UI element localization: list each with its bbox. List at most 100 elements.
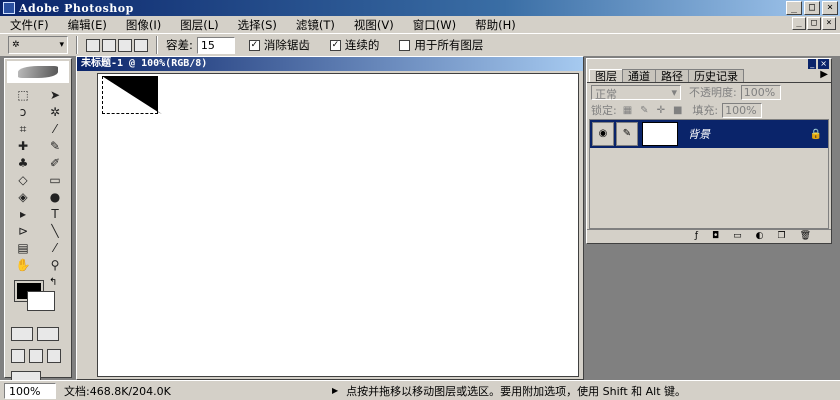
- palette-menu-icon[interactable]: ▶: [820, 69, 831, 82]
- menu-image[interactable]: 图像(I): [126, 17, 161, 33]
- zoom-tool-icon[interactable]: ⚲: [40, 257, 70, 273]
- blur-tool-icon[interactable]: ◈: [8, 189, 38, 205]
- layer-row[interactable]: ◉ ✎ 背景 🔒: [590, 120, 828, 148]
- selection-modes: [86, 38, 148, 52]
- gradient-tool-icon[interactable]: ▭: [40, 172, 70, 188]
- menu-select[interactable]: 选择(S): [238, 17, 277, 33]
- menu-bar: 文件(F) 编辑(E) 图像(I) 图层(L) 选择(S) 滤镜(T) 视图(V…: [0, 16, 840, 33]
- tolerance-input[interactable]: [196, 36, 235, 54]
- hand-tool-icon[interactable]: ✋: [8, 257, 38, 273]
- menu-window[interactable]: 窗口(W): [413, 17, 456, 33]
- doc-minimize-button[interactable]: _: [792, 17, 806, 30]
- palette-footer: ƒ ◘ ▭ ◐ ❐ 🗑: [587, 229, 831, 243]
- trash-icon[interactable]: 🗑: [800, 230, 811, 243]
- menu-filter[interactable]: 滤镜(T): [296, 17, 335, 33]
- minimize-button[interactable]: _: [786, 1, 802, 15]
- move-tool-icon[interactable]: ➤: [40, 87, 70, 103]
- antialias-checkbox[interactable]: ✓: [248, 39, 260, 51]
- screen-mode-full-icon[interactable]: [47, 349, 61, 363]
- menu-file[interactable]: 文件(F): [10, 17, 49, 33]
- lasso-tool-icon[interactable]: ↄ: [8, 104, 38, 120]
- tool-preset-picker[interactable]: ✲ ▾: [8, 36, 68, 54]
- dodge-tool-icon[interactable]: ●: [40, 189, 70, 205]
- tab-layers[interactable]: 图层: [589, 69, 623, 83]
- mask-modes: [5, 323, 71, 345]
- all-layers-option[interactable]: 用于所有图层: [399, 37, 483, 53]
- add-selection-icon[interactable]: [102, 38, 116, 52]
- healing-tool-icon[interactable]: ✚: [8, 138, 38, 154]
- lock-image-icon[interactable]: ✎: [640, 105, 648, 116]
- opacity-input[interactable]: 100%: [740, 84, 781, 100]
- lock-position-icon[interactable]: ✛: [657, 105, 665, 116]
- line-tool-icon[interactable]: ╲: [40, 223, 70, 239]
- contiguous-checkbox[interactable]: ✓: [329, 39, 341, 51]
- palette-minimize-button[interactable]: _: [808, 59, 817, 69]
- palette-close-button[interactable]: ×: [818, 59, 829, 69]
- eyedropper-tool-icon[interactable]: ⁄: [40, 240, 70, 256]
- stamp-tool-icon[interactable]: ♣: [8, 155, 38, 171]
- close-button[interactable]: ×: [822, 1, 838, 15]
- screen-mode-full-menu-icon[interactable]: [29, 349, 43, 363]
- palette-tabs: 图层 通道 路径 历史记录 ▶: [587, 69, 831, 83]
- layer-set-icon[interactable]: ▭: [733, 230, 742, 243]
- contiguous-option[interactable]: ✓ 连续的: [329, 37, 380, 53]
- lock-transparency-icon[interactable]: ▦: [623, 105, 632, 116]
- maximize-button[interactable]: □: [804, 1, 820, 15]
- contiguous-label: 连续的: [344, 38, 380, 52]
- history-brush-icon[interactable]: ✐: [40, 155, 70, 171]
- tab-history[interactable]: 历史记录: [688, 69, 744, 83]
- document-title[interactable]: 未标题-1 @ 100%(RGB/8): [77, 57, 583, 71]
- menu-layer[interactable]: 图层(L): [180, 17, 218, 33]
- swap-colors-icon[interactable]: ↰: [49, 277, 57, 288]
- feather-icon: [18, 66, 58, 78]
- standard-mode-icon[interactable]: [11, 327, 33, 341]
- tools-grid: ⬚ ➤ ↄ ✲ ⌗ ⁄ ✚ ✎ ♣ ✐ ◇ ▭ ◈ ● ▸ T ⊳ ╲ ▤ ⁄ …: [5, 85, 71, 275]
- screen-mode-standard-icon[interactable]: [11, 349, 25, 363]
- screen-modes: [5, 345, 71, 367]
- marquee-tool-icon[interactable]: ⬚: [8, 87, 38, 103]
- blend-mode-select[interactable]: 正常 ▾: [591, 84, 681, 101]
- doc-close-button[interactable]: ×: [822, 17, 836, 30]
- status-menu-icon[interactable]: ▶: [332, 386, 338, 395]
- magic-wand-tool-icon[interactable]: ✲: [40, 104, 70, 120]
- layer-style-icon[interactable]: ƒ: [695, 230, 698, 243]
- tab-channels[interactable]: 通道: [622, 69, 656, 83]
- background-color-swatch[interactable]: [27, 291, 55, 311]
- selection-marquee: [102, 76, 158, 114]
- intersect-selection-icon[interactable]: [134, 38, 148, 52]
- type-tool-icon[interactable]: T: [40, 206, 70, 222]
- pen-tool-icon[interactable]: ⊳: [8, 223, 38, 239]
- fill-input[interactable]: 100%: [722, 102, 763, 118]
- notes-tool-icon[interactable]: ▤: [8, 240, 38, 256]
- layer-name: 背景: [688, 128, 710, 141]
- new-selection-icon[interactable]: [86, 38, 100, 52]
- tool-options-bar: ✲ ▾ 容差: ✓ 消除锯齿 ✓ 连续的 用于所有图层: [0, 33, 840, 57]
- canvas[interactable]: [97, 73, 579, 377]
- toolbox: ⬚ ➤ ↄ ✲ ⌗ ⁄ ✚ ✎ ♣ ✐ ◇ ▭ ◈ ● ▸ T ⊳ ╲ ▤ ⁄ …: [4, 58, 72, 385]
- doc-restore-button[interactable]: □: [807, 17, 821, 30]
- chevron-down-icon: ▾: [59, 40, 64, 50]
- document-size: 文档:468.8K/204.0K: [64, 384, 171, 398]
- brush-link-icon[interactable]: ✎: [616, 122, 638, 146]
- brush-tool-icon[interactable]: ✎: [40, 138, 70, 154]
- quickmask-mode-icon[interactable]: [37, 327, 59, 341]
- new-layer-icon[interactable]: ❐: [777, 230, 785, 243]
- zoom-level[interactable]: 100%: [4, 382, 56, 399]
- subtract-selection-icon[interactable]: [118, 38, 132, 52]
- palette-header: _ ×: [587, 59, 831, 69]
- layer-mask-icon[interactable]: ◘: [712, 230, 719, 243]
- all-layers-label: 用于所有图层: [414, 38, 484, 52]
- crop-tool-icon[interactable]: ⌗: [8, 121, 38, 137]
- slice-tool-icon[interactable]: ⁄: [40, 121, 70, 137]
- menu-help[interactable]: 帮助(H): [475, 17, 516, 33]
- menu-edit[interactable]: 编辑(E): [68, 17, 107, 33]
- adjustment-layer-icon[interactable]: ◐: [756, 230, 764, 243]
- path-select-icon[interactable]: ▸: [8, 206, 38, 222]
- tab-paths[interactable]: 路径: [655, 69, 689, 83]
- menu-view[interactable]: 视图(V): [354, 17, 394, 33]
- all-layers-checkbox[interactable]: [399, 39, 411, 51]
- eraser-tool-icon[interactable]: ◇: [8, 172, 38, 188]
- lock-all-icon[interactable]: ■: [673, 105, 682, 116]
- antialias-option[interactable]: ✓ 消除锯齿: [248, 37, 310, 53]
- eye-icon[interactable]: ◉: [592, 122, 614, 146]
